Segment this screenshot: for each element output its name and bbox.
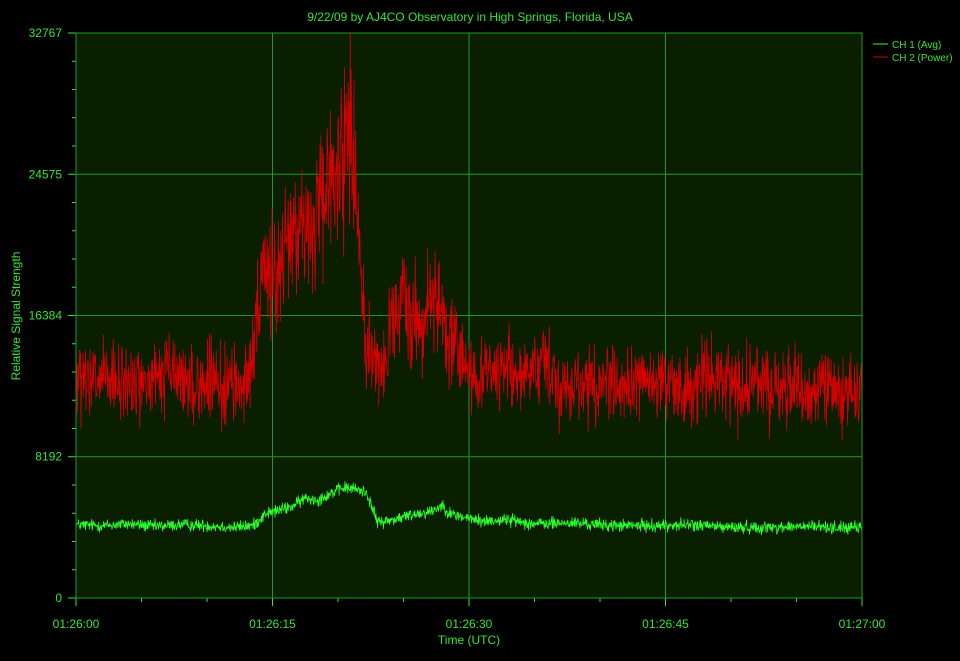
x-tick-label: 01:26:00 xyxy=(53,617,100,631)
x-axis-label: Time (UTC) xyxy=(438,633,500,647)
legend-label: CH 1 (Avg) xyxy=(892,40,941,51)
x-tick-label: 01:26:15 xyxy=(249,617,296,631)
y-tick-label: 32767 xyxy=(29,26,63,40)
chart-title: 9/22/09 by AJ4CO Observatory in High Spr… xyxy=(307,10,632,24)
x-tick-label: 01:27:00 xyxy=(839,617,886,631)
y-tick-label: 24575 xyxy=(29,167,63,181)
legend-label: CH 2 (Power) xyxy=(892,53,953,64)
y-tick-label: 8192 xyxy=(35,450,62,464)
x-tick-label: 01:26:45 xyxy=(642,617,689,631)
x-tick-label: 01:26:30 xyxy=(446,617,493,631)
y-tick-label: 0 xyxy=(55,591,62,605)
y-tick-label: 16384 xyxy=(29,308,63,322)
signal-strength-chart: 0 8192 16384 24575 32767 01:26:00 01:26:15 01:… xyxy=(0,0,960,656)
chart-window: 0 8192 16384 24575 32767 01:26:00 01:26:15 01:… xyxy=(0,0,960,656)
y-axis-label: Relative Signal Strength xyxy=(9,252,23,381)
